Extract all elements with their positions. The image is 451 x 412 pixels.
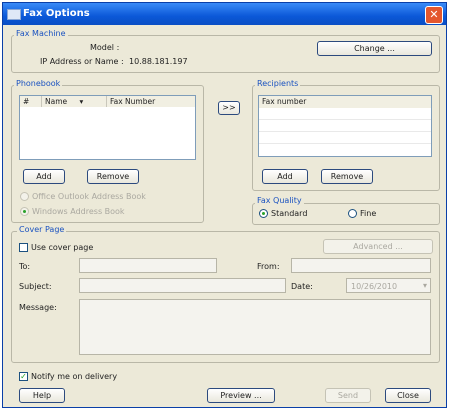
column-header-name[interactable]: Name ▾ (42, 96, 107, 107)
windows-address-book-radio[interactable] (20, 207, 29, 216)
column-header-fax-number[interactable]: Fax Number (107, 96, 195, 107)
date-picker[interactable]: 10/26/2010 ▾ (346, 278, 431, 293)
use-cover-page-label: Use cover page (31, 243, 94, 252)
to-field[interactable] (79, 258, 217, 273)
fine-quality-radio[interactable] (348, 209, 357, 218)
ip-address-label: IP Address or Name : (40, 57, 124, 66)
notify-on-delivery-checkbox[interactable]: ✓ (19, 372, 28, 381)
from-label: From: (257, 262, 280, 271)
table-row (259, 119, 431, 120)
change-button[interactable]: Change ... (317, 41, 432, 56)
to-label: To: (19, 262, 31, 271)
cover-page-label: Cover Page (17, 225, 67, 234)
message-field[interactable] (79, 299, 431, 355)
phonebook-add-button[interactable]: Add (23, 169, 65, 184)
standard-quality-label: Standard (271, 209, 308, 218)
phonebook-table[interactable]: # Name ▾ Fax Number (19, 95, 196, 160)
recipients-add-button[interactable]: Add (262, 169, 308, 184)
column-header-number[interactable]: # (20, 96, 42, 107)
phonebook-label: Phonebook (14, 79, 63, 88)
ip-address-value: 10.88.181.197 (129, 57, 188, 66)
fine-quality-label: Fine (360, 209, 377, 218)
from-field[interactable] (291, 258, 431, 273)
fax-quality-label: Fax Quality (255, 196, 304, 205)
table-row (259, 131, 431, 132)
column-header-name-label: Name (45, 97, 68, 106)
recipients-remove-button[interactable]: Remove (321, 169, 373, 184)
close-window-button[interactable]: ✕ (425, 6, 443, 24)
advanced-button[interactable]: Advanced ... (323, 239, 433, 254)
fax-machine-label: Fax Machine (14, 29, 68, 38)
model-label: Model : (90, 43, 120, 52)
table-row (259, 143, 431, 144)
fax-icon (7, 9, 21, 20)
notify-on-delivery-label: Notify me on delivery (31, 372, 118, 381)
close-button[interactable]: Close (385, 388, 431, 403)
sort-arrow-icon: ▾ (79, 97, 84, 106)
recipients-table[interactable]: Fax number (258, 95, 432, 157)
send-button[interactable]: Send (325, 388, 371, 403)
fax-options-dialog: Fax Options ✕ Fax Machine Model : IP Add… (2, 2, 447, 408)
add-to-recipients-button[interactable]: >> (218, 101, 240, 115)
date-value: 10/26/2010 (351, 282, 398, 291)
window-title: Fax Options (23, 8, 90, 19)
phonebook-remove-button[interactable]: Remove (87, 169, 139, 184)
use-cover-page-checkbox[interactable] (19, 243, 28, 252)
chevron-down-icon[interactable]: ▾ (423, 281, 427, 290)
subject-field[interactable] (79, 278, 286, 293)
title-bar: Fax Options ✕ (3, 3, 446, 25)
preview-button[interactable]: Preview ... (207, 388, 275, 403)
date-label: Date: (291, 282, 313, 291)
outlook-address-book-radio[interactable] (20, 192, 29, 201)
message-label: Message: (19, 303, 57, 312)
outlook-address-book-label: Office Outlook Address Book (32, 192, 146, 201)
help-button[interactable]: Help (19, 388, 65, 403)
standard-quality-radio[interactable] (259, 209, 268, 218)
column-header-recipient-fax-number[interactable]: Fax number (259, 96, 431, 108)
subject-label: Subject: (19, 282, 52, 291)
recipients-label: Recipients (255, 79, 301, 88)
windows-address-book-label: Windows Address Book (32, 207, 125, 216)
